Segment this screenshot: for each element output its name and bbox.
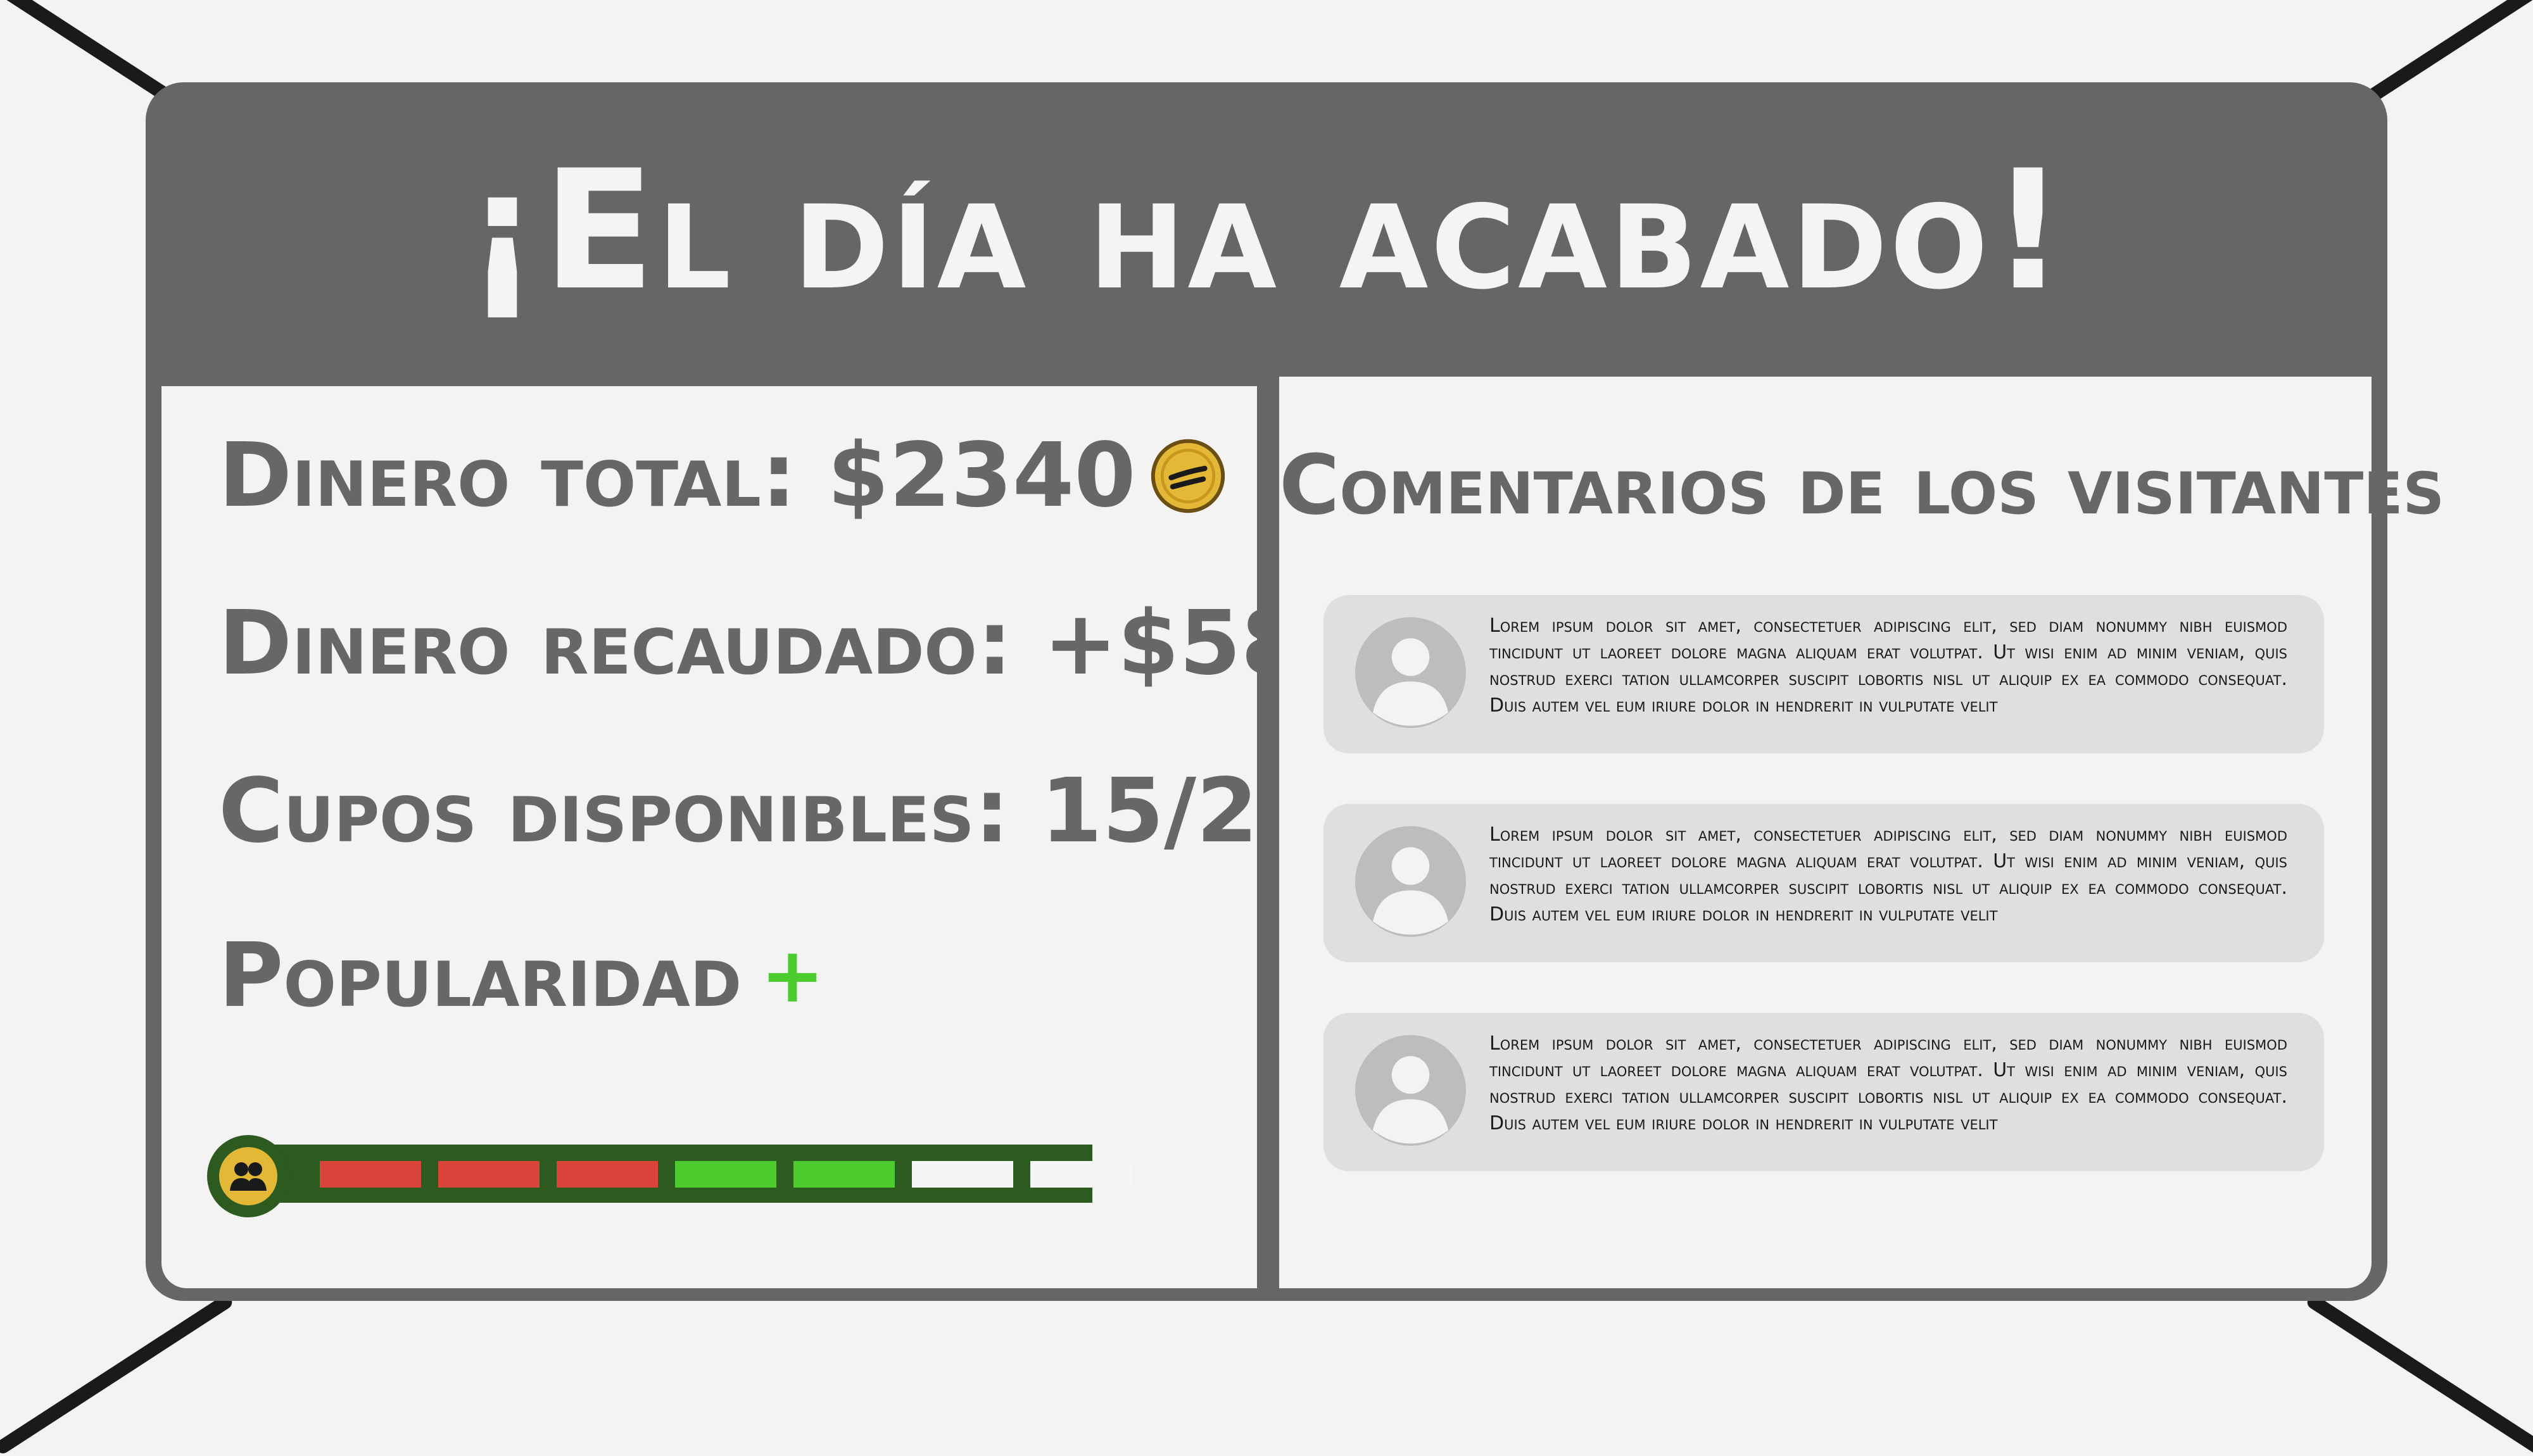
popularity-segment-empty [912, 1161, 1013, 1188]
comments-heading: Comentarios de los visitantes [1279, 437, 2445, 533]
comment-text: Lorem ipsum dolor sit amet, consectetuer… [1489, 824, 2287, 926]
popularity-bar [231, 1145, 1132, 1203]
strap-bottom-left [0, 1292, 235, 1456]
popularity-segment-red [320, 1161, 421, 1188]
user-avatar-icon [1355, 1035, 1466, 1146]
popularity-segment-empty [1030, 1161, 1132, 1188]
comments-panel: Comentarios de los visitantes Lorem ipsu… [1279, 377, 2445, 1288]
comment-card: Lorem ipsum dolor sit amet, consectetuer… [1323, 595, 2324, 753]
collected-money-row: Dinero recaudado: +$583 [218, 592, 1454, 695]
slots-label: Cupos disponibles: 15/20 [218, 760, 1320, 863]
page-title: ¡El día ha acabado! [465, 135, 2068, 327]
collected-money-label: Dinero recaudado: +$583 [218, 592, 1365, 695]
comment-card: Lorem ipsum dolor sit amet, consectetuer… [1323, 804, 2324, 962]
comment-text: Lorem ipsum dolor sit amet, consectetuer… [1489, 1032, 2287, 1134]
user-avatar-icon [1355, 617, 1466, 728]
coin-icon [1151, 439, 1225, 513]
popularity-segment-red [557, 1161, 658, 1188]
total-money-row: Dinero total: $2340 [218, 424, 1226, 527]
popularity-segment-red [438, 1161, 540, 1188]
group-icon-glyph [230, 1162, 267, 1191]
group-icon [207, 1135, 289, 1217]
user-avatar-icon [1355, 826, 1466, 937]
end-of-day-board: ¡El día ha acabado! Dinero total: $2340 … [146, 82, 2445, 1301]
comment-card: Lorem ipsum dolor sit amet, consectetuer… [1323, 1013, 2324, 1171]
comment-text: Lorem ipsum dolor sit amet, consectetuer… [1489, 615, 2287, 717]
popularity-row: Popularidad + [218, 924, 824, 1027]
stats-panel: Dinero total: $2340 Dinero recaudado: +$… [161, 386, 1453, 1288]
total-money-label: Dinero total: $2340 [218, 424, 1136, 527]
slots-row: Cupos disponibles: 15/20 [218, 760, 1320, 863]
popularity-increase-indicator: + [761, 932, 824, 1020]
popularity-segment-green [675, 1161, 776, 1188]
title-bar: ¡El día ha acabado! [146, 82, 2387, 380]
popularity-segment-green [793, 1161, 895, 1188]
strap-bottom-right [2304, 1292, 2533, 1456]
popularity-label: Popularidad [218, 924, 742, 1027]
